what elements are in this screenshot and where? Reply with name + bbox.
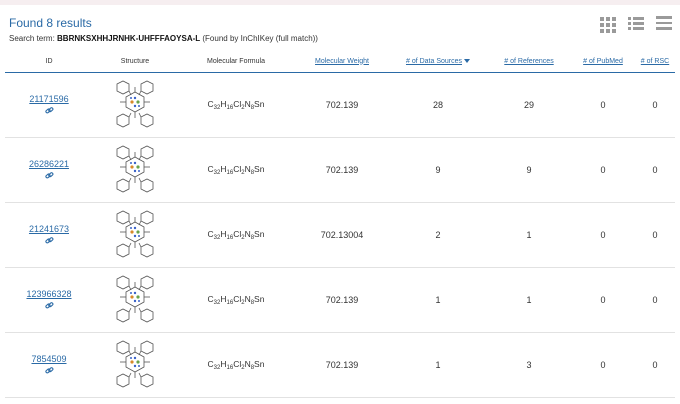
search-note: (Found by InChIKey (full match)) [202, 34, 318, 43]
id-cell: 123966328 [5, 267, 93, 333]
col-references-header[interactable]: # of References [487, 50, 571, 73]
sort-desc-icon [464, 58, 471, 63]
rsc-cell: 0 [635, 72, 675, 138]
view-switcher [600, 16, 674, 33]
col-sources-header[interactable]: # of Data Sources [389, 50, 487, 73]
references-cell: 3 [487, 332, 571, 398]
rsc-cell: 0 [635, 202, 675, 268]
references-cell: 9 [487, 137, 571, 203]
references-cell: 1 [487, 202, 571, 268]
search-term-line: Search term: BBRNKSXHHJRNHK-UHFFFAOYSA-L… [9, 34, 318, 43]
weight-cell: 702.139 [295, 137, 389, 203]
sources-cell: 1 [389, 332, 487, 398]
weight-cell: 702.13004 [295, 202, 389, 268]
chain-link-icon[interactable] [44, 366, 54, 377]
chain-link-icon[interactable] [44, 171, 54, 182]
id-cell: 26286221 [5, 137, 93, 203]
pubmed-cell: 0 [571, 267, 635, 333]
compound-id-link[interactable]: 7854509 [5, 354, 93, 364]
references-cell: 1 [487, 267, 571, 333]
chain-link-icon[interactable] [44, 236, 54, 247]
structure-cell [93, 202, 177, 268]
search-term-value: BBRNKSXHHJRNHK-UHFFFAOYSA-L [57, 34, 201, 43]
molecule-structure-image[interactable] [109, 143, 161, 197]
list-view-icon[interactable] [628, 16, 646, 32]
id-cell: 21171596 [5, 72, 93, 138]
molecule-structure-image[interactable] [109, 338, 161, 392]
sources-cell: 2 [389, 202, 487, 268]
col-pubmed-header[interactable]: # of PubMed [571, 50, 635, 73]
weight-cell: 702.139 [295, 72, 389, 138]
molecular-formula: C32H16Cl2N8Sn [207, 229, 265, 241]
table-row: 21241673 C32H16Cl2N8Sn 702.13004 2 1 0 0 [5, 202, 675, 268]
col-formula-header: Molecular Formula [177, 50, 295, 73]
rsc-cell: 0 [635, 267, 675, 333]
chain-link-icon[interactable] [44, 106, 54, 117]
compound-id-link[interactable]: 26286221 [5, 159, 93, 169]
top-accent-bar [0, 0, 680, 5]
structure-cell [93, 332, 177, 398]
structure-cell [93, 137, 177, 203]
chain-link-icon[interactable] [44, 301, 54, 312]
table-row: 21171596 C32H16Cl2N8Sn 702.139 28 29 0 0 [5, 72, 675, 138]
formula-cell: C32H16Cl2N8Sn [177, 332, 295, 398]
id-cell: 7854509 [5, 332, 93, 398]
weight-cell: 702.139 [295, 332, 389, 398]
weight-cell: 702.139 [295, 267, 389, 333]
pubmed-cell: 0 [571, 332, 635, 398]
sources-cell: 9 [389, 137, 487, 203]
menu-icon[interactable] [656, 16, 674, 32]
id-cell: 21241673 [5, 202, 93, 268]
molecular-formula: C32H16Cl2N8Sn [207, 294, 265, 306]
molecular-formula: C32H16Cl2N8Sn [207, 164, 265, 176]
grid-view-icon[interactable] [600, 16, 618, 33]
molecule-structure-image[interactable] [109, 78, 161, 132]
col-id-header: ID [5, 50, 93, 73]
compound-id-link[interactable]: 123966328 [5, 289, 93, 299]
col-rsc-header[interactable]: # of RSC [635, 50, 675, 73]
col-sources-label: # of Data Sources [405, 57, 463, 65]
col-weight-header[interactable]: Molecular Weight [295, 50, 389, 73]
references-cell: 29 [487, 72, 571, 138]
col-structure-header: Structure [93, 50, 177, 73]
sources-cell: 1 [389, 267, 487, 333]
formula-cell: C32H16Cl2N8Sn [177, 137, 295, 203]
formula-cell: C32H16Cl2N8Sn [177, 267, 295, 333]
table-row: 123966328 C32H16Cl2N8Sn 702.139 1 1 0 0 [5, 267, 675, 333]
structure-cell [93, 72, 177, 138]
table-header-row: ID Structure Molecular Formula Molecular… [5, 50, 675, 73]
compound-id-link[interactable]: 21241673 [5, 224, 93, 234]
rsc-cell: 0 [635, 137, 675, 203]
compound-id-link[interactable]: 21171596 [5, 94, 93, 104]
formula-cell: C32H16Cl2N8Sn [177, 72, 295, 138]
pubmed-cell: 0 [571, 137, 635, 203]
molecule-structure-image[interactable] [109, 273, 161, 327]
pubmed-cell: 0 [571, 202, 635, 268]
pubmed-cell: 0 [571, 72, 635, 138]
search-label: Search term: [9, 34, 55, 43]
results-table: ID Structure Molecular Formula Molecular… [5, 50, 675, 398]
structure-cell [93, 267, 177, 333]
sources-cell: 28 [389, 72, 487, 138]
molecular-formula: C32H16Cl2N8Sn [207, 359, 265, 371]
rsc-cell: 0 [635, 332, 675, 398]
molecular-formula: C32H16Cl2N8Sn [207, 99, 265, 111]
results-title: Found 8 results [9, 16, 92, 30]
table-row: 7854509 C32H16Cl2N8Sn 702.139 1 3 0 0 [5, 332, 675, 398]
formula-cell: C32H16Cl2N8Sn [177, 202, 295, 268]
table-row: 26286221 C32H16Cl2N8Sn 702.139 9 9 0 0 [5, 137, 675, 203]
molecule-structure-image[interactable] [109, 208, 161, 262]
